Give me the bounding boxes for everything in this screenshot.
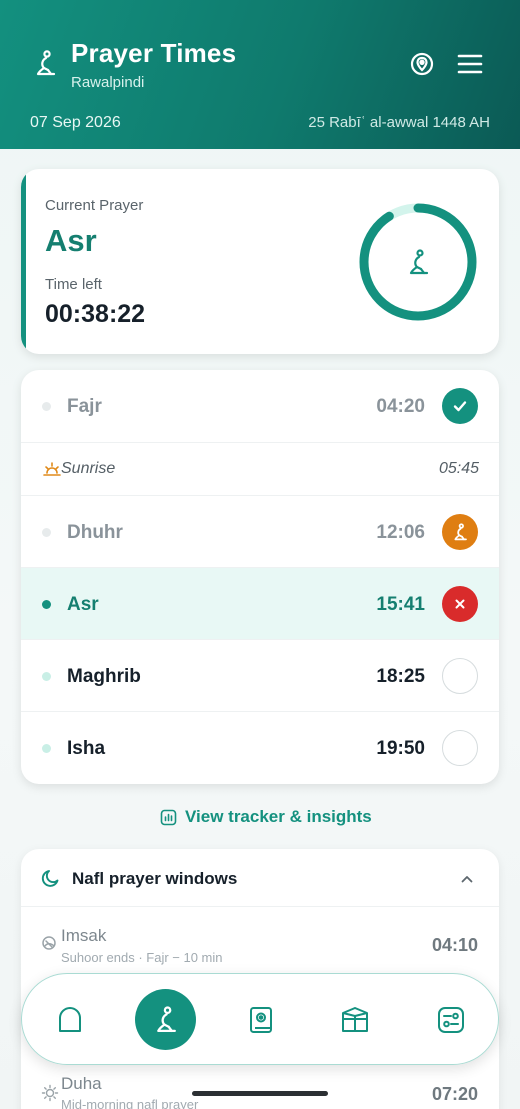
prayer-person-icon (454, 523, 467, 541)
chevron-up-icon (461, 876, 473, 883)
current-prayer-label: Current Prayer (45, 197, 144, 214)
prayer-row-fajr[interactable]: Fajr 04:20 (21, 370, 499, 443)
hamburger-menu-icon[interactable] (456, 50, 484, 78)
prayer-person-icon (409, 249, 429, 275)
page-title: Prayer Times (71, 38, 237, 68)
close-icon (455, 599, 465, 609)
sunrise-row: Sunrise 05:45 (21, 443, 499, 496)
late-status-button[interactable] (442, 514, 478, 550)
hijri-date: 25 Rabīʿ al-awwal 1448 AH (308, 114, 490, 131)
missed-status-button[interactable] (442, 586, 478, 622)
prayer-person-icon (157, 1006, 176, 1033)
prayed-status-button[interactable] (442, 388, 478, 424)
city-name[interactable]: Rawalpindi (71, 74, 144, 91)
tracker-label: View tracker & insights (185, 807, 372, 826)
prayer-row-isha[interactable]: Isha 19:50 (21, 712, 499, 784)
check-icon (453, 401, 467, 412)
sunrise-icon (43, 462, 61, 476)
nafl-subtitle: Suhoor ends · Fajr − 10 min (61, 950, 223, 965)
imsak-icon (42, 936, 56, 950)
view-tracker-link[interactable]: View tracker & insights (160, 806, 372, 828)
mark-prayer-button[interactable] (442, 658, 478, 694)
nafl-subtitle: Mid-morning nafl prayer (61, 1097, 199, 1109)
mark-prayer-button[interactable] (442, 730, 478, 766)
kaaba-icon[interactable] (340, 1005, 370, 1035)
gregorian-date: 07 Sep 2026 (30, 114, 121, 131)
nafl-time: 07:20 (431, 1084, 478, 1104)
quran-book-icon[interactable] (246, 1005, 276, 1035)
progress-ring (357, 201, 479, 323)
status-dot (42, 744, 51, 753)
prayer-time: 15:41 (376, 594, 425, 615)
app-header: Prayer Times Rawalpindi 07 Sep 2026 25 R… (0, 0, 520, 149)
prayer-person-icon (30, 48, 60, 78)
nafl-name: Imsak (61, 926, 107, 945)
settings-icon[interactable] (436, 1005, 466, 1035)
nafl-title: Nafl prayer windows (72, 869, 238, 888)
current-prayer-card: Current Prayer Asr Time left 00:38:22 (21, 169, 499, 354)
moon-icon (41, 870, 59, 887)
status-dot (42, 672, 51, 681)
prayer-time: 04:20 (376, 396, 425, 417)
bottom-navigation (21, 973, 499, 1065)
status-dot (42, 528, 51, 537)
progress-ring-arc (359, 203, 477, 321)
home-icon[interactable] (55, 1005, 85, 1035)
prayer-row-dhuhr[interactable]: Dhuhr 12:06 (21, 496, 499, 568)
nafl-row-duha: Duha Mid-morning nafl prayer 07:20 (21, 1064, 499, 1109)
nafl-time: 04:10 (431, 935, 478, 955)
sunrise-label: Sunrise (61, 460, 116, 477)
prayer-tab-active[interactable] (135, 989, 196, 1050)
bar-chart-icon (160, 809, 177, 825)
prayer-time: 18:25 (376, 666, 425, 687)
sunrise-time: 05:45 (438, 460, 479, 477)
nafl-row-imsak: Imsak Suhoor ends · Fajr − 10 min 04:10 (21, 907, 499, 977)
card-accent-bar (21, 169, 26, 354)
prayer-name: Fajr (67, 396, 102, 417)
prayer-row-asr[interactable]: Asr 15:41 (21, 568, 499, 640)
time-left-value: 00:38:22 (45, 300, 146, 328)
prayer-list: Fajr 04:20 Sunrise 05:45 Dhuhr 12:06 Asr… (21, 370, 499, 784)
nafl-header[interactable]: Nafl prayer windows (21, 849, 499, 907)
prayer-name: Isha (67, 738, 106, 759)
prayer-name: Maghrib (67, 666, 141, 687)
status-dot (42, 402, 51, 411)
sun-icon (41, 1084, 59, 1102)
home-indicator[interactable] (192, 1091, 328, 1096)
status-dot (42, 600, 51, 609)
time-left-label: Time left (45, 276, 102, 293)
prayer-name: Asr (67, 594, 99, 615)
prayer-name: Dhuhr (67, 522, 123, 543)
current-prayer-name: Asr (45, 223, 97, 258)
prayer-time: 12:06 (376, 522, 425, 543)
prayer-row-maghrib[interactable]: Maghrib 18:25 (21, 640, 499, 712)
prayer-time: 19:50 (376, 738, 425, 759)
nafl-name: Duha (61, 1074, 102, 1093)
location-target-icon[interactable] (407, 49, 437, 79)
